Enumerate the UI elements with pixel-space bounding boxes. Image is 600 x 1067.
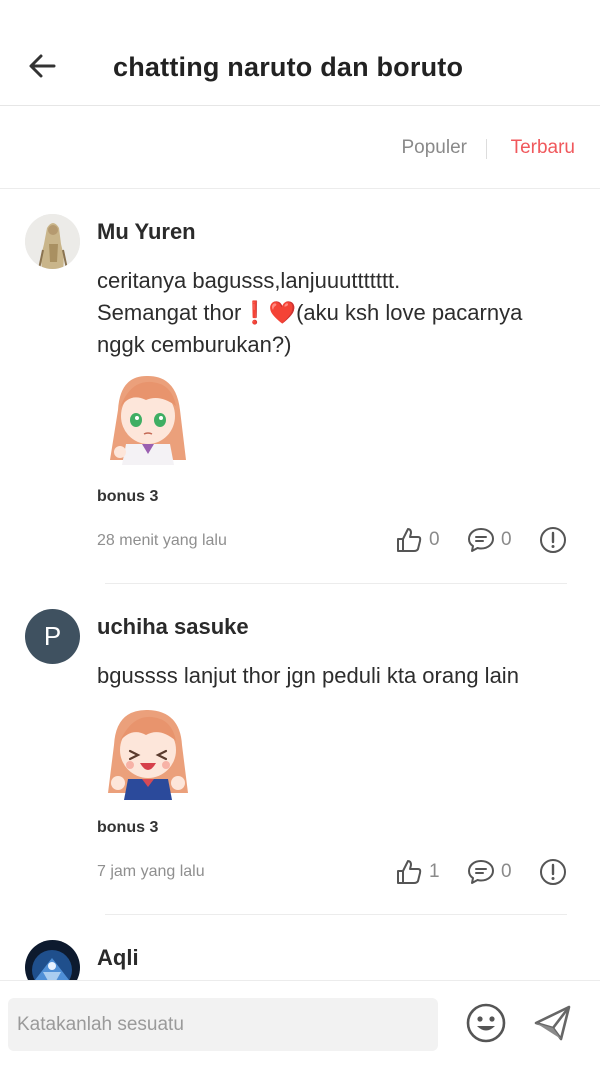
report-button[interactable]: [539, 858, 567, 886]
page-title: chatting naruto dan boruto: [113, 52, 464, 82]
comment-list: Mu Yuren ceritanya bagusss,lanjuuutttttt…: [0, 190, 600, 980]
comment-item: P uchiha sasuke bgussss lanjut thor jgn …: [0, 585, 600, 915]
top-bar: chatting naruto dan boruto: [0, 0, 600, 106]
send-icon: [534, 1005, 571, 1041]
composer-bar: [0, 980, 600, 1067]
comment-item: Mu Yuren ceritanya bagusss,lanjuuutttttt…: [0, 190, 600, 585]
report-button[interactable]: [539, 526, 567, 554]
thumbs-up-icon: [397, 528, 422, 552]
avatar[interactable]: P: [25, 609, 80, 664]
reply-button[interactable]: 0: [467, 858, 512, 886]
sort-bar: Populer Terbaru: [0, 107, 600, 189]
comment-input[interactable]: [8, 998, 438, 1051]
arrow-left-icon: [29, 54, 56, 78]
comment-username[interactable]: Mu Yuren: [97, 219, 196, 245]
send-button[interactable]: [531, 1001, 575, 1045]
comment-text: bgussss lanjut thor jgn peduli kta orang…: [97, 663, 519, 688]
smiley-icon: [466, 1003, 506, 1043]
comment-text: ceritanya bagusss,lanjuuuttttttt. Semang…: [97, 268, 523, 357]
sticker-label: bonus 3: [97, 488, 159, 505]
comment-time: 28 menit yang lalu: [97, 532, 227, 549]
comment-item: Aqli: [0, 915, 600, 980]
comment-username[interactable]: Aqli: [97, 945, 139, 971]
tab-popular[interactable]: Populer: [402, 137, 468, 159]
avatar[interactable]: [25, 940, 80, 980]
like-count: 1: [429, 861, 440, 882]
tab-latest[interactable]: Terbaru: [511, 137, 575, 159]
alert-circle-icon: [540, 527, 566, 553]
comment-bubble-icon: [468, 528, 494, 552]
reply-button[interactable]: 0: [467, 526, 512, 554]
sticker-label: bonus 3: [97, 819, 159, 836]
reply-count: 0: [501, 861, 512, 882]
alert-circle-icon: [540, 859, 566, 885]
comment-divider: [105, 583, 567, 584]
sticker-image: [110, 375, 186, 465]
avatar[interactable]: [25, 214, 80, 269]
sticker-image: [108, 709, 188, 800]
back-button[interactable]: [22, 46, 62, 86]
tab-divider: [486, 139, 487, 159]
comment-time: 7 jam yang lalu: [97, 863, 205, 880]
thumbs-up-icon: [397, 860, 422, 884]
avatar-letter: P: [43, 621, 62, 651]
like-count: 0: [429, 529, 440, 550]
like-button[interactable]: 0: [395, 526, 440, 554]
like-button[interactable]: 1: [395, 858, 440, 886]
emoji-button[interactable]: [464, 1001, 508, 1045]
comment-username[interactable]: uchiha sasuke: [97, 614, 249, 640]
reply-count: 0: [501, 529, 512, 550]
comment-bubble-icon: [468, 860, 494, 884]
